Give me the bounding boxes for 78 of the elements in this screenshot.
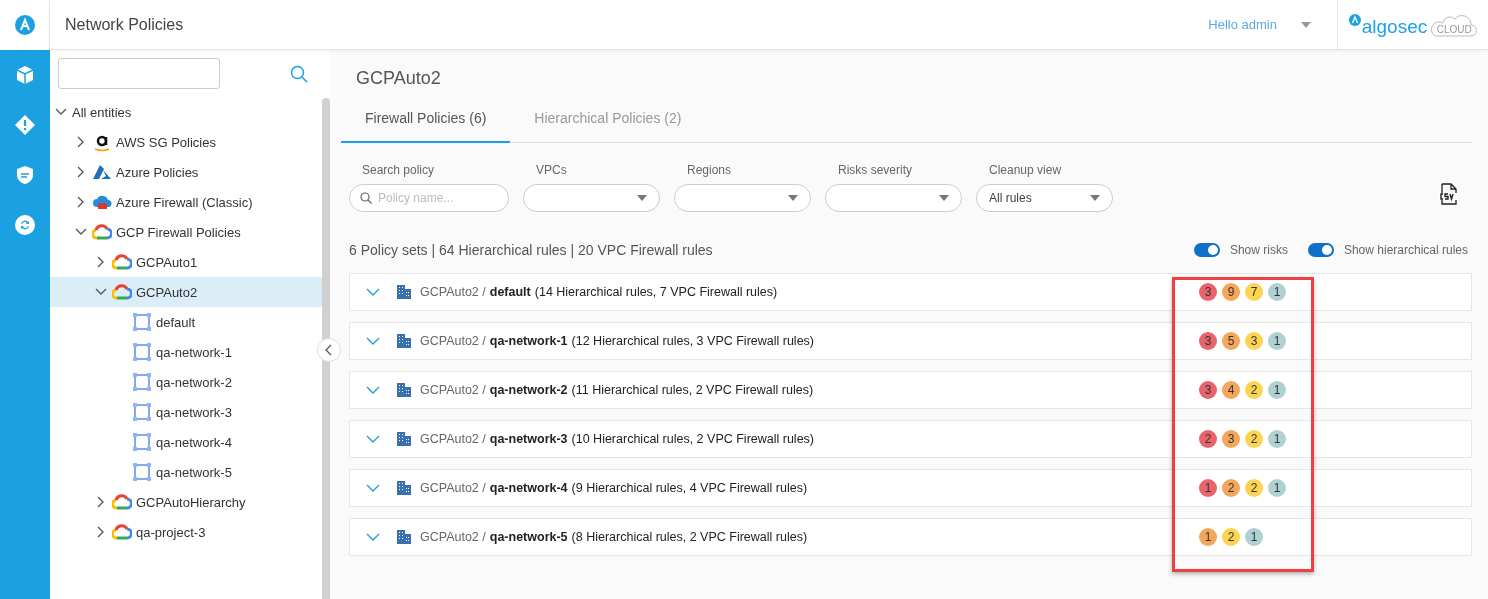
risk-badge: 1 (1268, 283, 1286, 301)
policy-row[interactable]: GCPAuto2 / qa-network-2 (11 Hierarchical rules, 2 VPC Firewall rules) 3 4 2 1 (349, 371, 1472, 409)
search-field[interactable]: Policy name... (349, 184, 509, 212)
tab[interactable]: Firewall Policies (6) (341, 100, 511, 143)
risk-badge: 2 (1222, 479, 1240, 497)
network-name: qa-network-4 (489, 481, 568, 495)
risk-badge: 5 (1222, 332, 1240, 350)
network-name: qa-network-1 (489, 334, 568, 348)
network-name: default (489, 285, 531, 299)
risk-badge: 1 (1268, 381, 1286, 399)
rule-counts: (12 Hierarchical rules, 3 VPC Firewall rules) (571, 334, 815, 348)
dropdown-value: All rules (989, 191, 1032, 205)
project-name: GCPAuto2 / (420, 432, 486, 446)
risk-badge: 1 (1199, 528, 1217, 546)
field-label: VPCs (536, 163, 568, 177)
risk-badge: 1 (1245, 528, 1263, 546)
network-name: qa-network-5 (489, 530, 568, 544)
rule-counts: (9 Hierarchical rules, 4 VPC Firewall rules) (571, 481, 809, 495)
risk-badge: 2 (1245, 381, 1263, 399)
risk-badge: 3 (1199, 283, 1217, 301)
tree-item[interactable]: AWS SG Policies (116, 134, 216, 150)
policy-row[interactable]: GCPAuto2 / qa-network-1 (12 Hierarchical rules, 3 VPC Firewall rules) 3 5 3 1 (349, 322, 1472, 360)
toggle-label: Show hierarchical rules (1343, 243, 1468, 257)
brand-logo: algosec CLOUD (1348, 11, 1478, 38)
risk-badge: 1 (1268, 479, 1286, 497)
tree-item[interactable]: All entities (72, 104, 132, 120)
field-label: Search policy (362, 163, 436, 177)
summary-text: 6 Policy sets | 64 Hierarchical rules | 20 VPC Firewall rules (349, 242, 713, 258)
risk-badge: 3 (1199, 381, 1217, 399)
risk-badge: 3 (1245, 332, 1263, 350)
toggle-label: Show risks (1229, 243, 1288, 257)
tree-item[interactable]: GCPAuto2 (136, 284, 198, 300)
page-title: Network Policies (65, 15, 185, 34)
rule-counts: (14 Hierarchical rules, 7 VPC Firewall rules) (534, 285, 779, 299)
field-label: Risks severity (838, 163, 913, 177)
tree-item[interactable]: qa-network-3 (156, 404, 232, 420)
tree-item[interactable]: qa-network-2 (156, 374, 232, 390)
tree-item[interactable]: GCP Firewall Policies (116, 224, 241, 240)
tree-item[interactable]: Azure Policies (116, 164, 199, 180)
policy-row[interactable]: GCPAuto2 / qa-network-5 (8 Hierarchical rules, 2 VPC Firewall rules) 1 2 1 (349, 518, 1472, 556)
policy-row[interactable]: GCPAuto2 / qa-network-3 (10 Hierarchical rules, 2 VPC Firewall rules) 2 3 2 1 (349, 420, 1472, 458)
risk-badge: 1 (1268, 430, 1286, 448)
project-name: GCPAuto2 / (420, 530, 486, 544)
network-name: qa-network-3 (489, 432, 568, 446)
risk-badge: 7 (1245, 283, 1263, 301)
selected-row[interactable]: GCPAuto2 (50, 277, 322, 307)
risk-badge: 4 (1222, 381, 1240, 399)
tree-item[interactable]: GCPAutoHierarchy (136, 494, 246, 510)
tree-item[interactable]: default (156, 314, 196, 330)
policy-row[interactable]: GCPAuto2 / qa-network-4 (9 Hierarchical rules, 4 VPC Firewall rules) 1 2 2 1 (349, 469, 1472, 507)
project-name: GCPAuto2 / (420, 285, 486, 299)
network-name: qa-network-2 (489, 383, 568, 397)
field-label: Regions (687, 163, 733, 177)
risk-badge: 9 (1222, 283, 1240, 301)
rule-counts: (8 Hierarchical rules, 2 VPC Firewall rules) (571, 530, 809, 544)
tree-item[interactable]: GCPAuto1 (136, 254, 198, 270)
risk-badge: 2 (1199, 430, 1217, 448)
tree-item[interactable]: qa-network-4 (156, 434, 232, 450)
risk-badge: 3 (1222, 430, 1240, 448)
tree-item[interactable]: qa-project-3 (136, 524, 206, 540)
risk-badge: 1 (1199, 479, 1217, 497)
policy-row[interactable]: GCPAuto2 / default (14 Hierarchical rules, 7 VPC Firewall rules) 3 9 7 1 (349, 273, 1472, 311)
project-name: GCPAuto2 / (420, 481, 486, 495)
rule-counts: (11 Hierarchical rules, 2 VPC Firewall rules) (571, 383, 815, 397)
rule-counts: (10 Hierarchical rules, 2 VPC Firewall rules) (571, 432, 815, 446)
risk-badge: 2 (1222, 528, 1240, 546)
project-name: GCPAuto2 / (420, 383, 486, 397)
project-name: GCPAuto2 / (420, 334, 486, 348)
tree-item[interactable]: qa-network-1 (156, 344, 232, 360)
dropdown[interactable]: All rules (976, 184, 1113, 212)
tree-item[interactable]: qa-network-5 (156, 464, 232, 480)
field-label: Cleanup view (989, 163, 1063, 177)
risk-badge: 3 (1199, 332, 1217, 350)
risk-badge: 2 (1245, 479, 1263, 497)
tree-item[interactable]: Azure Firewall (Classic) (116, 194, 253, 210)
section-title: GCPAuto2 (356, 68, 442, 90)
risk-badge: 2 (1245, 430, 1263, 448)
risk-badge: 1 (1268, 332, 1286, 350)
